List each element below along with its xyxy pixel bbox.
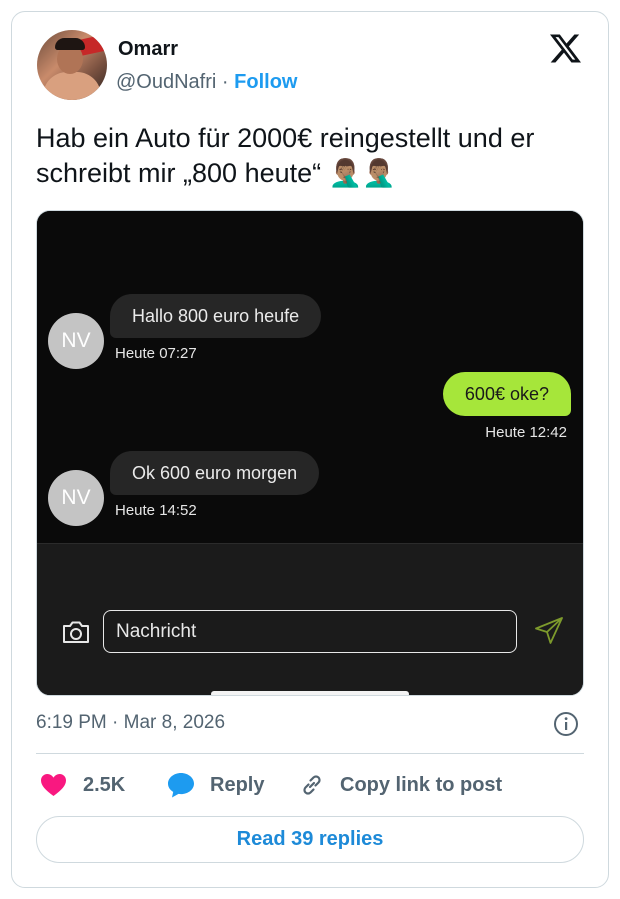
contact-avatar: NV: [48, 313, 104, 369]
x-logo-icon[interactable]: [549, 33, 582, 64]
reply-button[interactable]: Reply: [166, 771, 264, 799]
incoming-message: Hallo 800 euro heufe: [110, 294, 322, 338]
author-handle-row: @OudNafri · Follow: [116, 71, 297, 94]
send-icon: [535, 617, 563, 644]
heart-icon: [41, 774, 66, 796]
home-indicator: [211, 691, 409, 695]
chat-thread: NV Hallo 800 euro heufe Heute 07:27 600€…: [37, 211, 583, 543]
incoming-message: Ok 600 euro morgen: [110, 451, 320, 495]
camera-icon: [63, 621, 89, 643]
link-icon: [303, 775, 321, 795]
separator: ·: [221, 71, 229, 93]
author-name[interactable]: Omarr: [118, 38, 178, 61]
copy-link-button[interactable]: Copy link to post: [298, 771, 502, 799]
contact-avatar: NV: [48, 470, 104, 526]
tweet-text: Hab ein Auto für 2000€ reingestellt und …: [36, 123, 535, 188]
like-count: 2.5K: [83, 773, 126, 796]
reply-label: Reply: [210, 773, 265, 796]
read-replies-button[interactable]: Read 39 replies: [36, 816, 584, 863]
like-button[interactable]: 2.5K: [40, 771, 125, 799]
author-handle[interactable]: @OudNafri: [116, 71, 216, 93]
copy-link-label: Copy link to post: [340, 773, 503, 796]
outgoing-message: 600€ oke?: [442, 372, 571, 416]
message-time: Heute 07:27: [115, 345, 197, 362]
message-input: Nachricht: [103, 610, 517, 653]
tweet-timestamp[interactable]: 6:19 PM · Mar 8, 2026: [36, 712, 225, 734]
info-icon[interactable]: [553, 711, 579, 737]
message-time: Heute 12:42: [485, 424, 567, 441]
tweet-media-image[interactable]: NV Hallo 800 euro heufe Heute 07:27 600€…: [36, 210, 584, 696]
speech-bubble-icon: [168, 773, 194, 798]
divider: [36, 753, 584, 754]
message-time: Heute 14:52: [115, 502, 197, 519]
author-avatar[interactable]: [37, 30, 107, 100]
follow-button[interactable]: Follow: [234, 71, 297, 93]
